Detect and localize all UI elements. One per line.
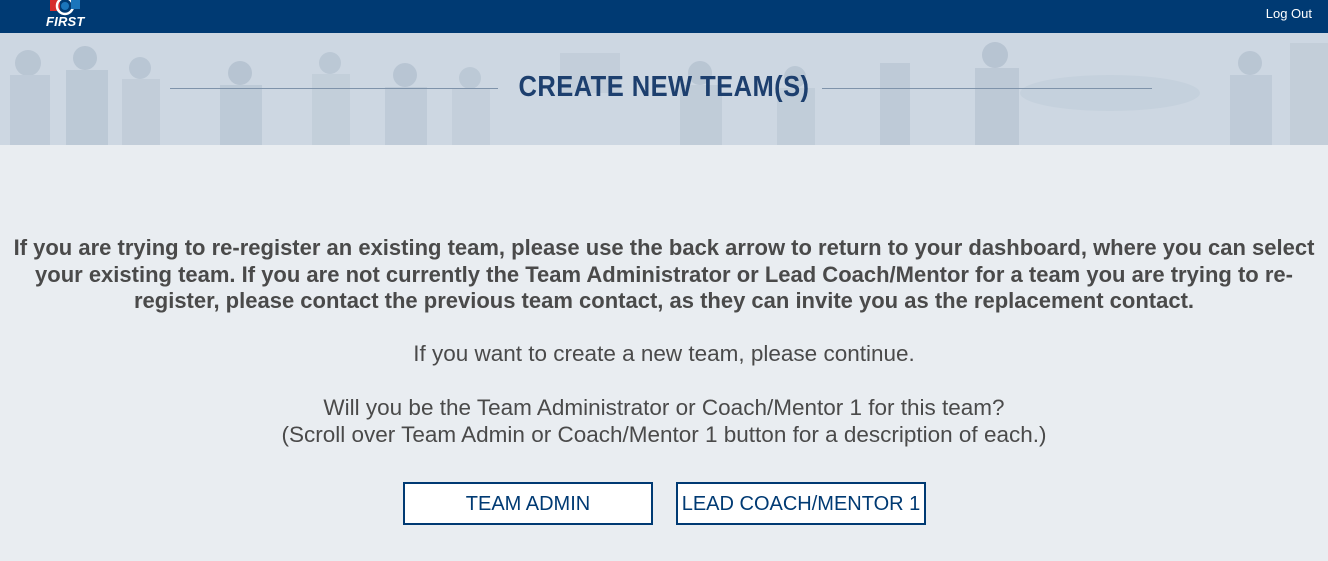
re-register-notice: If you are trying to re-register an exis… (13, 235, 1315, 313)
page-title: CREATE NEW TEAM(S) (518, 71, 810, 103)
first-logo[interactable]: FIRST (44, 0, 92, 31)
page-banner: CREATE NEW TEAM(S) (0, 33, 1328, 145)
team-admin-button[interactable]: TEAM ADMIN (403, 482, 653, 525)
top-navigation-bar: FIRST Log Out (0, 0, 1328, 33)
logo-text: FIRST (46, 14, 85, 29)
role-question-line: Will you be the Team Administrator or Co… (323, 395, 1005, 420)
role-question: Will you be the Team Administrator or Co… (0, 394, 1328, 448)
continue-instruction: If you want to create a new team, please… (413, 341, 915, 366)
main-content: If you are trying to re-register an exis… (0, 145, 1328, 561)
logout-link[interactable]: Log Out (1266, 6, 1312, 21)
role-question-hint: (Scroll over Team Admin or Coach/Mentor … (281, 422, 1047, 447)
lead-coach-mentor-button[interactable]: LEAD COACH/MENTOR 1 (676, 482, 926, 525)
